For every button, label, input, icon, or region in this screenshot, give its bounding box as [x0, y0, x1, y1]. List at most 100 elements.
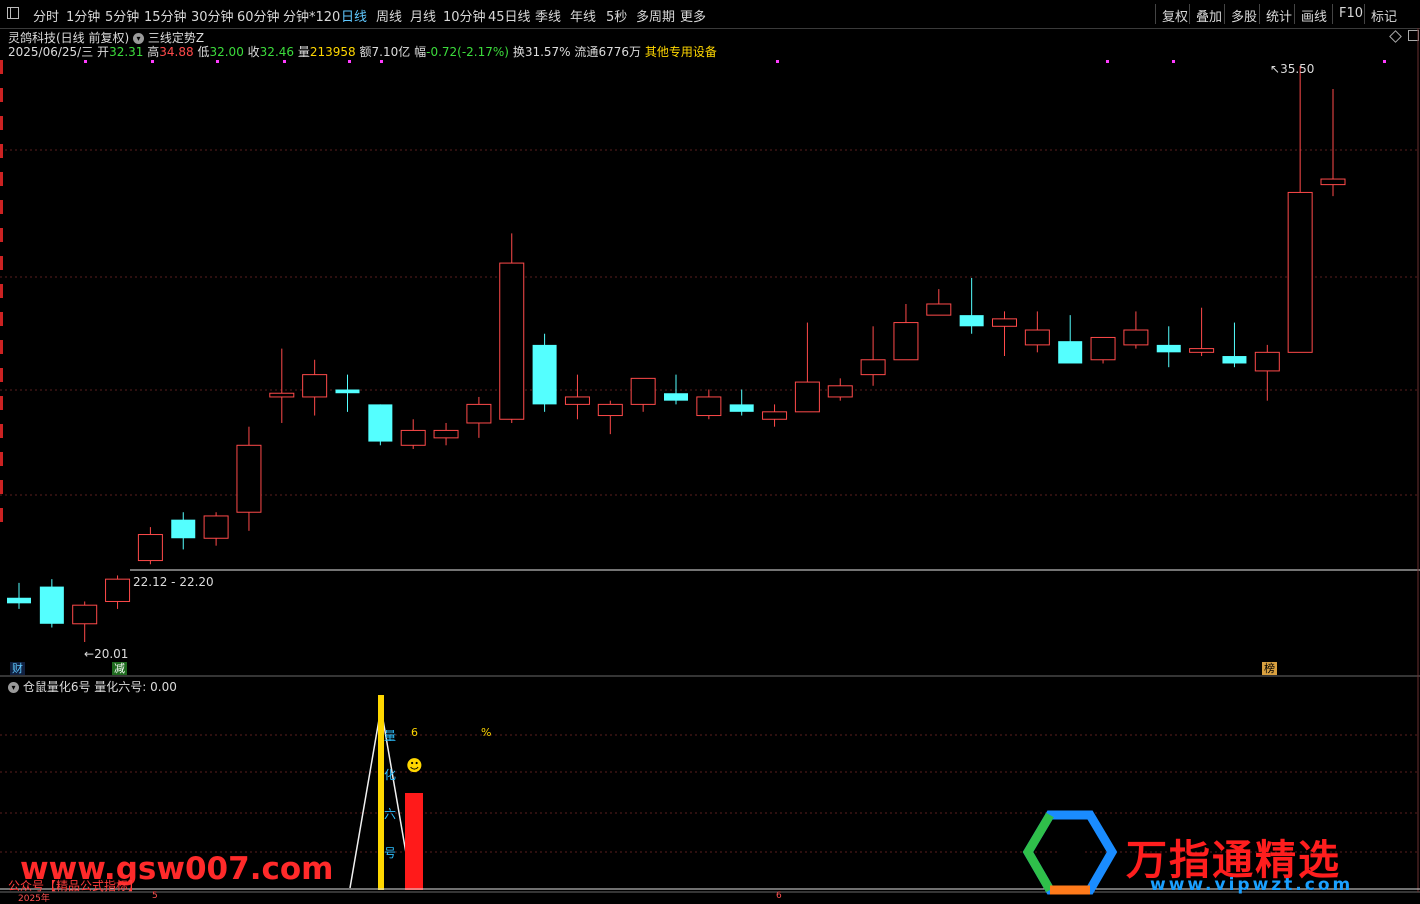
- top-marker-7: [1106, 60, 1109, 63]
- top-marker-4: [348, 60, 351, 63]
- candle-body: [860, 359, 886, 376]
- candle-20: [664, 374, 688, 405]
- candle-body: [532, 344, 557, 405]
- candle-36: [1189, 307, 1215, 357]
- left-edge-mark: [0, 508, 3, 522]
- candle-body: [959, 315, 984, 327]
- candle-body: [1058, 341, 1083, 364]
- candle-24: [794, 322, 820, 413]
- candle-14: [466, 396, 492, 438]
- candle-body: [664, 393, 688, 401]
- candle-body: [1222, 356, 1247, 364]
- left-edge-mark: [0, 60, 3, 74]
- candle-30: [992, 311, 1017, 357]
- range-label: 22.12 - 22.20: [133, 575, 214, 589]
- candle-35: [1156, 326, 1181, 368]
- min-price-label: ←20.01: [84, 647, 128, 661]
- top-marker-1: [151, 60, 154, 63]
- candle-39: [1287, 66, 1313, 353]
- indicator-red-bar: [405, 793, 423, 890]
- top-marker-3: [283, 60, 286, 63]
- candle-body: [466, 403, 492, 424]
- candle-body: [171, 519, 196, 539]
- candle-body: [564, 396, 590, 405]
- smile-icon: ☻: [406, 756, 423, 775]
- brand-logo-icon: [1022, 810, 1118, 895]
- rank-badge[interactable]: 榜: [1262, 662, 1277, 675]
- left-edge-mark: [0, 116, 3, 130]
- left-edge-mark: [0, 284, 3, 298]
- arrow-icon: ↖: [1270, 62, 1281, 76]
- candle-body: [137, 534, 163, 562]
- sub-indicator-name[interactable]: 仓鼠量化6号: [23, 680, 91, 694]
- date-label-year: 2025年: [18, 894, 50, 904]
- candle-32: [1058, 315, 1083, 364]
- candle-5: [171, 512, 196, 550]
- vertical-char-2: 化: [384, 768, 397, 782]
- brand-url: www.vipwzt.com: [1150, 875, 1354, 895]
- max-price-value: 35.50: [1280, 62, 1315, 76]
- candle-18: [597, 400, 623, 435]
- left-edge-mark: [0, 200, 3, 214]
- max-price-label: ↖35.50: [1270, 62, 1314, 76]
- dropdown-icon[interactable]: ▾: [8, 682, 19, 693]
- candle-34: [1123, 311, 1149, 349]
- left-edge-mark: [0, 368, 3, 382]
- candle-25: [827, 378, 853, 401]
- candle-13: [433, 422, 459, 446]
- date-label-may: 5: [152, 891, 158, 901]
- candle-body: [1320, 178, 1346, 186]
- candle-17: [564, 374, 590, 420]
- candle-body: [1189, 348, 1215, 353]
- left-edge-mark: [0, 396, 3, 410]
- left-edge-mark: [0, 172, 3, 186]
- top-marker-8: [1172, 60, 1175, 63]
- candle-21: [696, 389, 722, 420]
- candle-body: [729, 404, 754, 412]
- candle-body: [236, 444, 262, 513]
- candle-7: [236, 426, 262, 531]
- candle-body: [794, 381, 820, 413]
- candle-body: [39, 586, 64, 624]
- top-marker-5: [380, 60, 383, 63]
- candle-4: [137, 527, 163, 565]
- candle-body: [762, 411, 788, 420]
- candle-6: [203, 512, 229, 546]
- candle-body: [499, 262, 525, 420]
- candle-22: [729, 389, 754, 416]
- candle-body: [335, 389, 360, 394]
- candle-29: [959, 277, 984, 334]
- left-edge-mark: [0, 424, 3, 438]
- arrow-icon: ←: [84, 647, 95, 661]
- sub-indicator-title: ▾ 仓鼠量化6号 量化六号: 0.00: [8, 678, 177, 695]
- candle-11: [368, 404, 393, 446]
- candle-body: [597, 403, 623, 417]
- candle-2: [72, 601, 98, 642]
- candle-body: [1254, 351, 1280, 372]
- candle-body: [269, 392, 295, 398]
- candle-body: [72, 604, 98, 625]
- six-label: 6: [411, 726, 418, 739]
- candle-38: [1254, 344, 1280, 401]
- candle-body: [992, 318, 1017, 327]
- left-edge-mark: [0, 312, 3, 326]
- candle-26: [860, 326, 886, 386]
- finance-badge[interactable]: 财: [10, 662, 25, 675]
- top-marker-2: [216, 60, 219, 63]
- left-edge-mark: [0, 228, 3, 242]
- reduce-badge[interactable]: 减: [112, 662, 127, 675]
- left-edge-mark: [0, 452, 3, 466]
- candles-layer: [7, 66, 1346, 642]
- candle-body: [7, 597, 31, 604]
- candle-body: [203, 515, 229, 539]
- candle-3: [105, 575, 131, 609]
- kline-chart[interactable]: [0, 0, 1420, 901]
- left-edge-mark: [0, 340, 3, 354]
- candle-19: [630, 377, 656, 412]
- candle-body: [696, 396, 722, 417]
- candle-33: [1090, 336, 1116, 364]
- date-label-jun: 6: [776, 891, 782, 901]
- candle-body: [827, 385, 853, 398]
- candle-23: [762, 404, 788, 427]
- vertical-char-1: 量: [384, 729, 397, 743]
